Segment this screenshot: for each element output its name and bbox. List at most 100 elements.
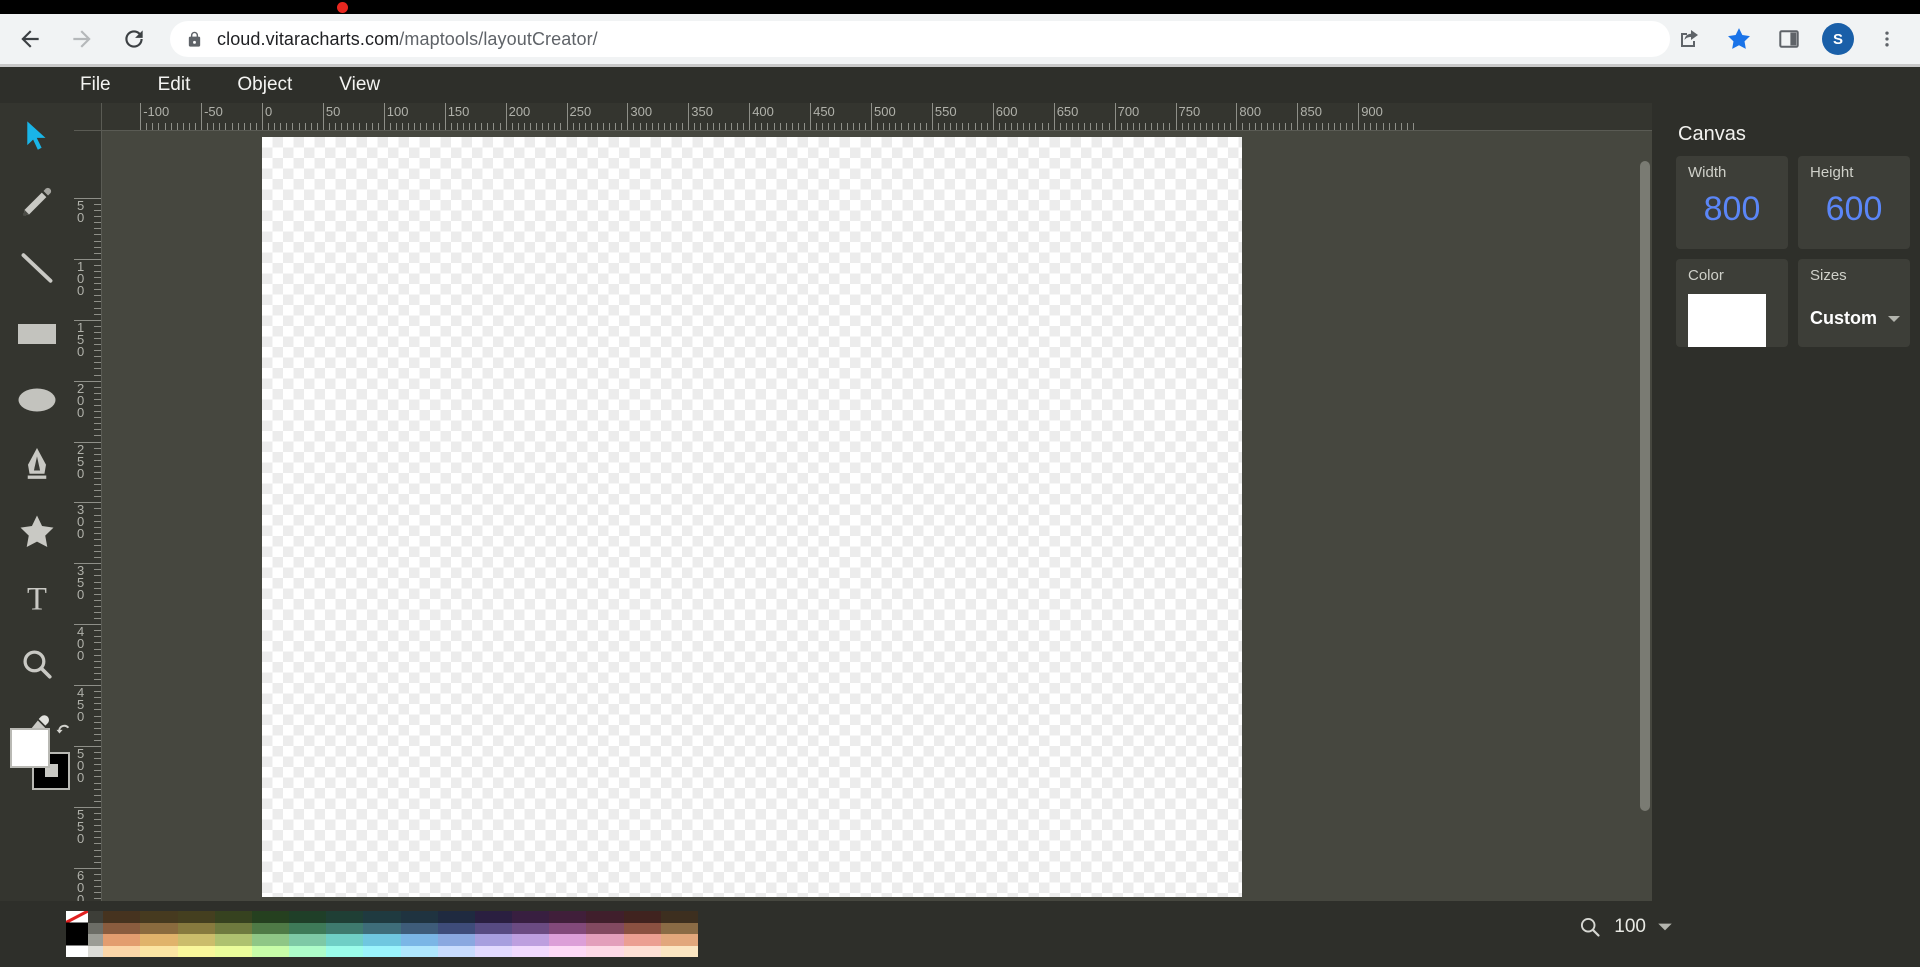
palette-swatch[interactable] xyxy=(140,911,178,923)
palette-swatch[interactable] xyxy=(326,922,364,934)
zoom-tool[interactable] xyxy=(0,631,74,697)
palette-swatch[interactable] xyxy=(103,922,141,934)
palette-swatch[interactable] xyxy=(289,922,327,934)
canvas-width-value[interactable]: 800 xyxy=(1688,190,1788,229)
back-button[interactable] xyxy=(8,17,52,61)
palette-swatch[interactable] xyxy=(586,934,624,946)
palette-swatch[interactable] xyxy=(474,934,513,946)
palette-swatch[interactable] xyxy=(660,945,698,957)
palette-swatch[interactable] xyxy=(140,934,178,946)
palette-swatch[interactable] xyxy=(214,934,252,946)
palette-swatch[interactable] xyxy=(177,934,215,946)
canvas-sizes-field[interactable]: Sizes Custom xyxy=(1798,259,1910,347)
palette-swatch[interactable] xyxy=(437,945,475,957)
palette-swatch[interactable] xyxy=(586,911,624,923)
share-button[interactable] xyxy=(1669,19,1709,59)
side-panel-button[interactable] xyxy=(1769,19,1809,59)
palette-swatch[interactable] xyxy=(512,922,550,934)
palette-swatch[interactable] xyxy=(326,934,364,946)
palette-swatch[interactable] xyxy=(214,945,252,957)
palette-swatch[interactable] xyxy=(326,911,364,923)
menu-file[interactable]: File xyxy=(65,67,126,103)
color-palette[interactable] xyxy=(65,909,698,957)
reload-button[interactable] xyxy=(112,17,156,61)
palette-swatch[interactable] xyxy=(549,945,587,957)
canvas-color-field[interactable]: Color xyxy=(1676,259,1788,347)
palette-swatch[interactable] xyxy=(177,945,215,957)
vertical-ruler[interactable]: 5010015020025030035040045050055060065070… xyxy=(74,131,102,967)
canvas-sheet[interactable] xyxy=(262,137,1242,897)
canvas-vertical-scrollbar[interactable] xyxy=(1640,161,1650,811)
palette-swatch[interactable] xyxy=(289,934,327,946)
menu-view[interactable]: View xyxy=(324,67,395,103)
profile-avatar[interactable]: S xyxy=(1822,23,1854,55)
select-tool[interactable] xyxy=(0,103,74,169)
palette-swatch[interactable] xyxy=(437,934,475,946)
palette-swatch[interactable] xyxy=(251,945,290,957)
palette-swatch[interactable] xyxy=(251,922,290,934)
palette-swatch[interactable] xyxy=(140,945,178,957)
palette-swatch[interactable] xyxy=(177,911,215,923)
palette-swatch[interactable] xyxy=(363,911,401,923)
canvas-scroll-area[interactable] xyxy=(102,131,1652,967)
palette-swatch[interactable] xyxy=(400,934,438,946)
palette-swatch[interactable] xyxy=(549,934,587,946)
palette-swatch[interactable] xyxy=(549,911,587,923)
canvas-color-chip[interactable] xyxy=(1688,294,1766,347)
palette-swatch[interactable] xyxy=(400,922,438,934)
browser-menu-button[interactable] xyxy=(1867,19,1907,59)
forward-button[interactable] xyxy=(60,17,104,61)
palette-swatch[interactable] xyxy=(623,945,661,957)
rectangle-tool[interactable] xyxy=(0,301,74,367)
palette-swatch[interactable] xyxy=(363,934,401,946)
palette-swatch[interactable] xyxy=(660,934,698,946)
swap-colors-icon[interactable] xyxy=(53,722,74,743)
bookmark-star-button[interactable] xyxy=(1719,19,1759,59)
star-tool[interactable] xyxy=(0,499,74,565)
palette-swatch[interactable] xyxy=(623,934,661,946)
palette-swatch[interactable] xyxy=(474,945,513,957)
palette-swatch[interactable] xyxy=(251,911,290,923)
palette-swatch[interactable] xyxy=(363,945,401,957)
pencil-tool[interactable] xyxy=(0,169,74,235)
text-tool[interactable]: T xyxy=(0,565,74,631)
palette-swatch[interactable] xyxy=(140,922,178,934)
palette-swatch[interactable] xyxy=(660,922,698,934)
ruler-corner[interactable] xyxy=(74,103,102,131)
line-tool[interactable] xyxy=(0,235,74,301)
canvas-height-field[interactable]: Height 600 xyxy=(1798,156,1910,249)
palette-swatch[interactable] xyxy=(437,922,475,934)
palette-swatch[interactable] xyxy=(103,934,141,946)
menu-object[interactable]: Object xyxy=(222,67,307,103)
palette-swatch[interactable] xyxy=(326,945,364,957)
canvas-width-field[interactable]: Width 800 xyxy=(1676,156,1788,249)
palette-swatch[interactable] xyxy=(214,922,252,934)
palette-swatch[interactable] xyxy=(400,911,438,923)
palette-swatch[interactable] xyxy=(400,945,438,957)
palette-swatch[interactable] xyxy=(512,934,550,946)
foreground-color-swatch[interactable] xyxy=(10,728,50,768)
palette-swatch[interactable] xyxy=(289,911,327,923)
horizontal-ruler[interactable]: -100 -50 0 50 100 150 200 250 300 350 400 450 500 550… xyxy=(102,103,1652,131)
palette-swatch[interactable] xyxy=(586,945,624,957)
palette-swatch[interactable] xyxy=(623,911,661,923)
palette-swatch[interactable] xyxy=(289,945,327,957)
palette-swatch[interactable] xyxy=(512,911,550,923)
palette-swatch[interactable] xyxy=(214,911,252,923)
pen-tool[interactable] xyxy=(0,433,74,499)
palette-swatch[interactable] xyxy=(586,922,624,934)
zoom-control[interactable]: 100 xyxy=(1578,915,1674,939)
palette-swatch[interactable] xyxy=(660,911,698,923)
palette-swatch[interactable] xyxy=(549,922,587,934)
palette-swatch[interactable] xyxy=(474,922,513,934)
palette-swatch[interactable] xyxy=(623,922,661,934)
menu-edit[interactable]: Edit xyxy=(143,67,206,103)
ellipse-tool[interactable] xyxy=(0,367,74,433)
palette-swatch[interactable] xyxy=(437,911,475,923)
palette-swatch[interactable] xyxy=(512,945,550,957)
chevron-down-icon[interactable] xyxy=(1656,918,1674,936)
palette-swatch[interactable] xyxy=(474,911,513,923)
no-color-swatch[interactable] xyxy=(65,909,89,957)
address-bar[interactable]: cloud.vitaracharts.com/maptools/layoutCr… xyxy=(170,21,1670,57)
palette-swatch[interactable] xyxy=(363,922,401,934)
